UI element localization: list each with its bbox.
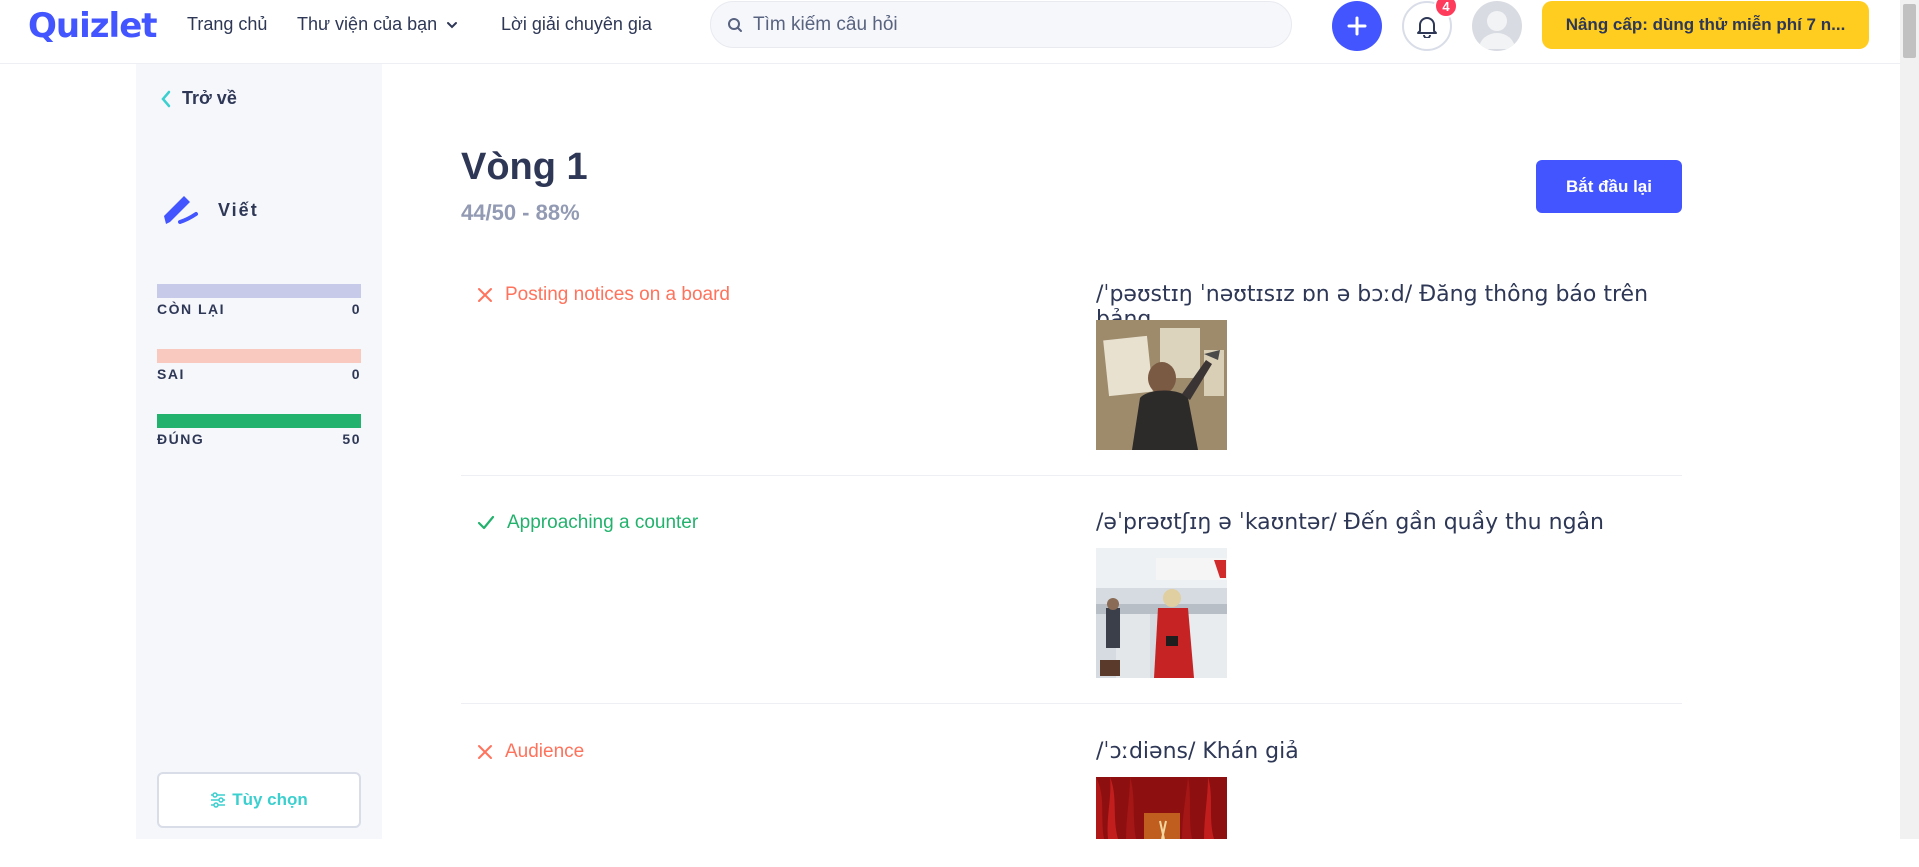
- nav-library-label: Thư viện của bạn: [297, 14, 438, 34]
- result-row: Posting notices on a board /ˈpəʊstɪŋ ˈnə…: [461, 270, 1682, 476]
- stat-incorrect-value: 0: [351, 366, 361, 382]
- scrollbar-track[interactable]: [1900, 0, 1919, 839]
- nav-expert-solutions-label: Lời giải chuyên gia: [501, 14, 652, 34]
- sidebar: [136, 64, 382, 839]
- result-term: Approaching a counter: [477, 512, 698, 534]
- stat-remaining-bar: [157, 284, 361, 298]
- back-link-label: Trở về: [182, 88, 237, 108]
- study-mode-label: Viết: [218, 199, 259, 220]
- stat-correct: ĐÚNG 50: [157, 414, 361, 447]
- back-link[interactable]: Trở về: [160, 88, 237, 109]
- pen-icon: [164, 196, 198, 224]
- result-row: Audience /ˈɔːdiəns/ Khán giả: [461, 727, 1682, 867]
- result-image[interactable]: [1096, 548, 1227, 678]
- create-button[interactable]: [1332, 1, 1382, 51]
- result-term-text: Audience: [505, 741, 585, 762]
- result-definition: /əˈprəʊtʃɪŋ ə ˈkaʊntər/ Đến gần quầy thu…: [1096, 510, 1604, 535]
- nav-library[interactable]: Thư viện của bạn: [297, 14, 459, 35]
- options-button[interactable]: Tùy chọn: [157, 772, 361, 828]
- x-mark-icon: [478, 745, 492, 759]
- top-navbar: Quizlet Trang chủ Thư viện của bạn Lời g…: [0, 0, 1900, 64]
- avatar-icon: [1479, 11, 1515, 49]
- nav-expert-solutions[interactable]: Lời giải chuyên gia: [501, 14, 652, 35]
- bell-icon: [1417, 17, 1437, 38]
- user-avatar[interactable]: [1472, 1, 1522, 51]
- upgrade-button[interactable]: Nâng cấp: dùng thử miễn phí 7 n...: [1542, 1, 1869, 49]
- x-mark-icon: [478, 288, 492, 302]
- chevron-down-icon: [447, 21, 458, 28]
- scrollbar-thumb[interactable]: [1903, 4, 1916, 58]
- notification-badge: 4: [1434, 0, 1458, 18]
- check-icon: [477, 515, 495, 530]
- stat-remaining-label: CÒN LẠI: [157, 301, 226, 317]
- options-button-label: Tùy chọn: [232, 790, 308, 809]
- sliders-icon: [211, 792, 226, 808]
- plus-icon: [1347, 16, 1367, 36]
- result-row: Approaching a counter /əˈprəʊtʃɪŋ ə ˈkaʊ…: [461, 498, 1682, 704]
- stat-incorrect: SAI 0: [157, 349, 361, 382]
- stat-incorrect-label: SAI: [157, 366, 185, 382]
- study-mode: Viết: [160, 190, 259, 230]
- notice-board-illustration: [1096, 320, 1227, 450]
- stat-correct-value: 50: [342, 431, 361, 447]
- stat-remaining-value: 0: [351, 301, 361, 317]
- result-term-text: Approaching a counter: [507, 512, 699, 533]
- result-image[interactable]: [1096, 320, 1227, 450]
- result-term: Posting notices on a board: [477, 284, 730, 306]
- stat-correct-bar: [157, 414, 361, 428]
- round-score: 44/50 - 88%: [461, 200, 580, 225]
- search-bar[interactable]: [710, 1, 1292, 48]
- result-term: Audience: [477, 741, 584, 763]
- search-input[interactable]: [753, 13, 1253, 36]
- result-image[interactable]: [1096, 777, 1227, 839]
- stat-correct-label: ĐÚNG: [157, 431, 205, 447]
- nav-home-label: Trang chủ: [187, 14, 268, 34]
- nav-home[interactable]: Trang chủ: [187, 14, 267, 35]
- counter-illustration: [1096, 548, 1227, 678]
- result-term-text: Posting notices on a board: [505, 284, 730, 305]
- stat-incorrect-bar: [157, 349, 361, 363]
- chevron-left-icon: [161, 90, 171, 107]
- stat-remaining: CÒN LẠI 0: [157, 284, 361, 317]
- quizlet-logo[interactable]: Quizlet: [28, 6, 158, 46]
- result-definition: /ˈɔːdiəns/ Khán giả: [1096, 739, 1299, 764]
- round-title: Vòng 1: [461, 146, 588, 188]
- theater-curtain-illustration: [1096, 777, 1227, 839]
- restart-button[interactable]: Bắt đầu lại: [1536, 160, 1682, 213]
- search-icon: [728, 17, 742, 32]
